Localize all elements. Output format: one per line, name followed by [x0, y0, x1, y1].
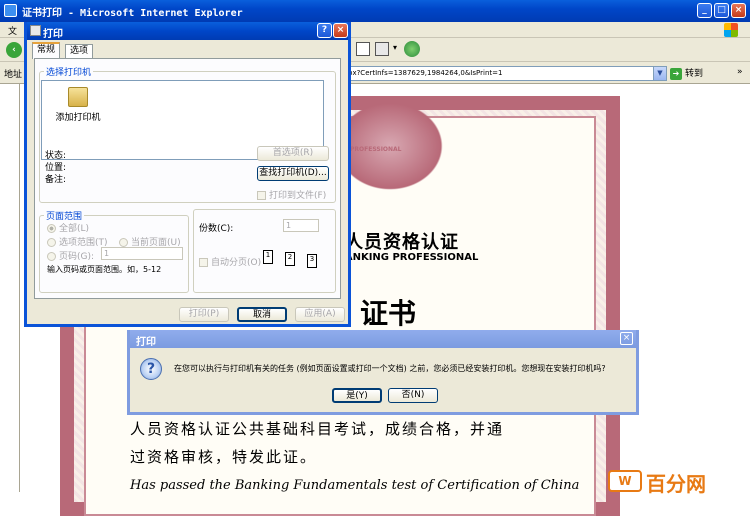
ie-app-icon — [4, 4, 17, 17]
back-icon[interactable]: ‹ — [6, 42, 22, 58]
add-printer-item[interactable]: 添加打印机 — [48, 87, 108, 129]
page-range-hint: 输入页码或页面范围。如，5-12 — [47, 265, 162, 274]
print-dialog: 打印 ? × 常规 选项 选择打印机 添加打印机 状态: 位置: 备注: 首选项… — [24, 22, 351, 327]
go-button[interactable]: ➔ 转到 — [670, 66, 714, 81]
collate-checkbox[interactable]: 自动分页(O) — [199, 255, 261, 268]
pages-input[interactable]: 1 — [101, 247, 183, 260]
alert-title: 打印 — [136, 337, 156, 348]
certificate-band-text: PROFESSIONAL — [350, 146, 402, 153]
certificate-big-title: 证书 — [360, 297, 417, 330]
preferences-button[interactable]: 首选项(R) — [257, 146, 329, 161]
tab-options[interactable]: 选项 — [65, 44, 94, 59]
find-printer-button[interactable]: 查找打印机(D)... — [257, 166, 329, 181]
question-icon: ? — [140, 358, 162, 380]
help-icon[interactable]: ? — [317, 23, 332, 38]
address-dropdown-icon[interactable]: ▼ — [653, 66, 667, 81]
print-to-file-box — [257, 191, 266, 200]
collate-box — [199, 258, 208, 267]
range-pages-label: 页码(G): — [59, 252, 95, 262]
close-icon[interactable]: × — [731, 3, 746, 18]
ie-title-bar: 证书打印 - Microsoft Internet Explorer _ □ × — [0, 0, 750, 22]
no-button[interactable]: 否(N) — [388, 388, 438, 403]
dropdown-arrow-icon[interactable]: ▾ — [393, 43, 397, 52]
range-pages-dot — [47, 252, 56, 261]
collate-label: 自动分页(O) — [211, 258, 262, 268]
address-label: 地址 — [4, 70, 23, 80]
menu-file[interactable]: 文 — [8, 24, 17, 37]
install-printer-alert: 打印 × ? 在您可以执行与打印机有关的任务 (例如页面设置或打印一个文档) 之… — [127, 330, 639, 415]
comment-label: 备注: — [45, 175, 67, 185]
certificate-line-3: Has passed the Banking Fundamentals test… — [130, 478, 580, 493]
range-selection-radio[interactable]: 选项范围(T) — [47, 235, 108, 248]
left-frame — [0, 84, 20, 492]
range-all-radio[interactable]: 全部(L) — [47, 221, 89, 234]
add-printer-icon — [68, 87, 88, 107]
go-arrow-icon: ➔ — [670, 68, 682, 80]
range-selection-dot — [47, 238, 56, 247]
links-chevron-icon[interactable]: » — [737, 67, 743, 77]
certificate-line-1: 人员资格认证公共基础科目考试，成绩合格，并通 — [130, 420, 505, 438]
copies-input[interactable]: 1 — [283, 219, 319, 232]
address-input[interactable]: px?CertInfs=1387629,1984264,0&IsPrint=1 — [345, 66, 667, 81]
printer-icon — [30, 25, 41, 36]
page-icon[interactable] — [375, 42, 389, 56]
range-all-label: 全部(L) — [59, 224, 90, 234]
windows-logo-icon — [724, 23, 738, 37]
go-label: 转到 — [685, 69, 704, 79]
yes-button[interactable]: 是(Y) — [332, 388, 382, 403]
print-button[interactable]: 打印(P) — [179, 307, 229, 322]
cancel-button[interactable]: 取消 — [237, 307, 287, 322]
copies-label: 份数(C): — [199, 224, 234, 234]
minimize-icon[interactable]: _ — [697, 3, 712, 18]
tab-general[interactable]: 常规 — [32, 42, 61, 59]
print-dialog-title-bar: 打印 ? × — [27, 22, 348, 40]
alert-message: 在您可以执行与打印机有关的任务 (例如页面设置或打印一个文档) 之前，您必须已经… — [174, 364, 606, 373]
apply-button[interactable]: 应用(A) — [295, 307, 345, 322]
logo-mark: W — [608, 470, 642, 492]
select-printer-legend: 选择打印机 — [46, 68, 92, 78]
print-to-file-label: 打印到文件(F) — [269, 191, 327, 201]
alert-title-bar: 打印 × — [130, 330, 636, 348]
alert-close-icon[interactable]: × — [620, 332, 633, 345]
range-current-dot — [119, 238, 128, 247]
window-title: 证书打印 - Microsoft Internet Explorer — [22, 8, 243, 19]
print-dialog-close-icon[interactable]: × — [333, 23, 348, 38]
print-to-file-checkbox[interactable]: 打印到文件(F) — [257, 188, 326, 201]
range-pages-radio[interactable]: 页码(G): — [47, 249, 94, 262]
maximize-icon[interactable]: □ — [714, 3, 729, 18]
print-dialog-title: 打印 — [43, 29, 63, 40]
add-printer-label: 添加打印机 — [55, 113, 101, 123]
print-icon[interactable] — [356, 42, 370, 56]
certificate-line-2: 过资格审核，特发此证。 — [130, 448, 318, 466]
messenger-icon[interactable] — [404, 41, 420, 57]
collate-pages-icon: 1 2 3 — [263, 248, 329, 268]
range-all-dot — [47, 224, 56, 233]
logo-text: 百分网 — [646, 472, 706, 496]
site-logo: W 百分网 — [608, 470, 750, 496]
